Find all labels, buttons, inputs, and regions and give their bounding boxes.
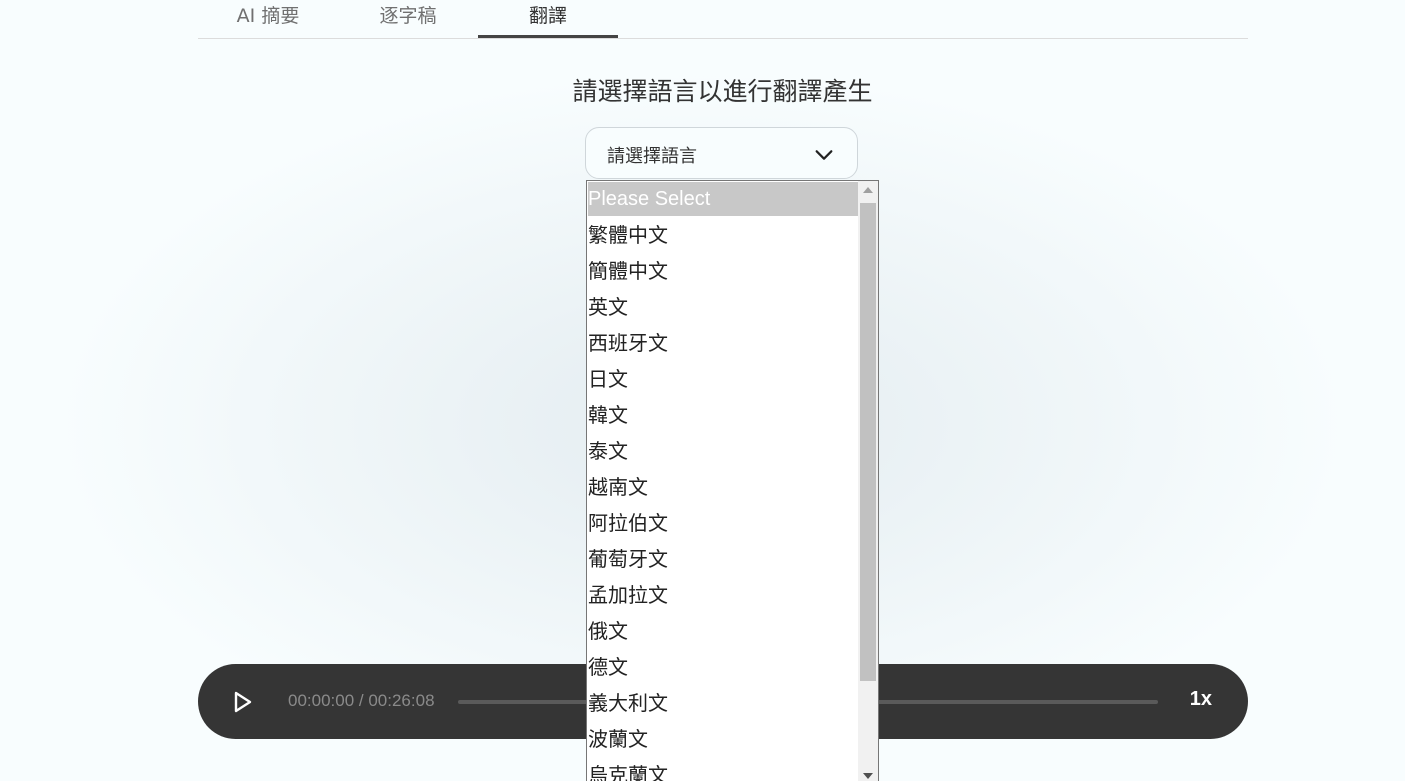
playback-speed-button[interactable]: 1x xyxy=(1190,688,1212,711)
dropdown-scrollbar[interactable] xyxy=(858,181,878,781)
dropdown-option[interactable]: 德文 xyxy=(588,650,858,684)
language-select-value: 請選擇語言 xyxy=(607,146,697,167)
dropdown-option[interactable]: 日文 xyxy=(588,362,858,396)
dropdown-option[interactable]: 越南文 xyxy=(588,470,858,504)
scroll-down-arrow-icon[interactable] xyxy=(863,773,873,779)
tab-translation[interactable]: 翻譯 xyxy=(478,0,618,38)
dropdown-option[interactable]: 義大利文 xyxy=(588,686,858,720)
dropdown-option[interactable]: 泰文 xyxy=(588,434,858,468)
language-select[interactable]: 請選擇語言 xyxy=(585,127,858,179)
tab-ai-summary[interactable]: AI 摘要 xyxy=(198,0,338,36)
chevron-down-icon xyxy=(815,150,833,160)
dropdown-option[interactable]: 繁體中文 xyxy=(588,218,858,252)
tab-transcript[interactable]: 逐字稿 xyxy=(338,0,478,36)
dropdown-option[interactable]: 波蘭文 xyxy=(588,722,858,756)
dropdown-option[interactable]: 孟加拉文 xyxy=(588,578,858,612)
page-heading: 請選擇語言以進行翻譯產生 xyxy=(572,77,873,106)
language-dropdown-list: Please Select 繁體中文 簡體中文 英文 西班牙文 日文 韓文 泰文… xyxy=(586,180,879,781)
dropdown-option[interactable]: 西班牙文 xyxy=(588,326,858,360)
dropdown-option[interactable]: 英文 xyxy=(588,290,858,324)
play-icon[interactable] xyxy=(230,690,254,714)
tab-bar: AI 摘要 逐字稿 翻譯 xyxy=(198,0,1248,39)
dropdown-option[interactable]: 俄文 xyxy=(588,614,858,648)
dropdown-option[interactable]: 烏克蘭文 xyxy=(588,758,858,781)
playback-time: 00:00:00 / 00:26:08 xyxy=(288,691,435,710)
dropdown-option[interactable]: Please Select xyxy=(588,182,858,216)
dropdown-option[interactable]: 簡體中文 xyxy=(588,254,858,288)
scroll-thumb[interactable] xyxy=(860,203,876,681)
dropdown-option[interactable]: 韓文 xyxy=(588,398,858,432)
scroll-up-arrow-icon[interactable] xyxy=(863,187,873,193)
dropdown-option[interactable]: 阿拉伯文 xyxy=(588,506,858,540)
dropdown-option[interactable]: 葡萄牙文 xyxy=(588,542,858,576)
